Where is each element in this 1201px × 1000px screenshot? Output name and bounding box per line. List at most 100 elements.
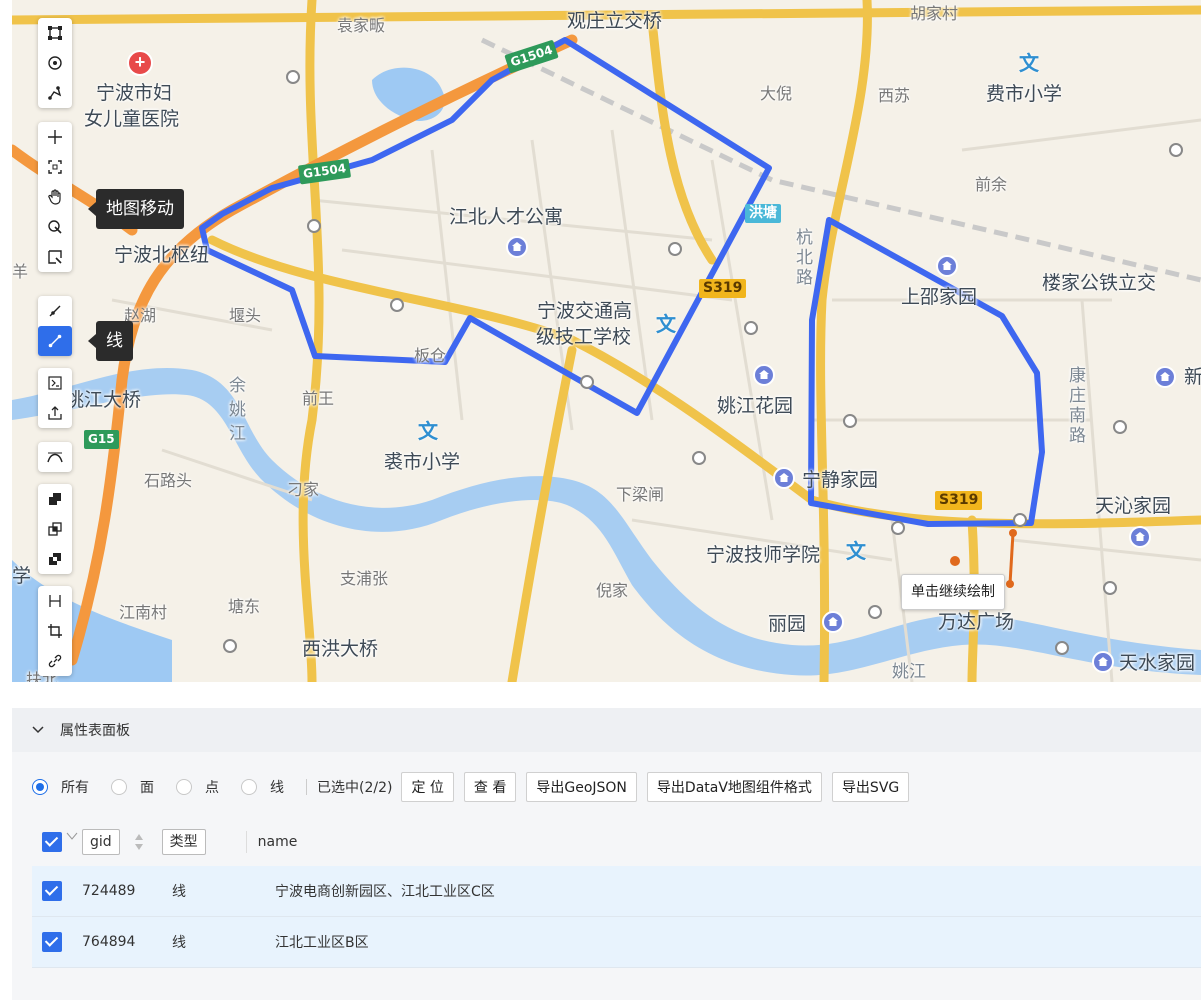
map-label: 裘市小学 <box>384 451 461 473</box>
cell-gid: 764894 <box>82 934 136 950</box>
export-geojson-button[interactable]: 导出GeoJSON <box>526 772 637 802</box>
panel-header[interactable]: 属性表面板 <box>12 708 1201 752</box>
cell-gid: 724489 <box>82 883 136 899</box>
union-icon[interactable] <box>38 484 72 514</box>
terminal-icon[interactable] <box>38 368 72 398</box>
map-label: 刁家 <box>287 480 320 499</box>
map-label: 费市小学 <box>986 83 1063 105</box>
road-label: 杭北路 <box>796 228 813 288</box>
locate-button[interactable]: 定 位 <box>401 772 454 802</box>
tooltip-line: 线 <box>88 321 133 361</box>
map-label: 江南村 <box>119 603 168 622</box>
map-label: 下梁闸 <box>616 485 665 504</box>
road-label: 康庄南路 <box>1069 366 1086 446</box>
filter-point-radio[interactable]: 点 <box>176 777 219 797</box>
residence-icon <box>773 467 795 489</box>
map-label: 羊 <box>12 262 29 281</box>
toolbar-boolean-group <box>38 484 72 574</box>
curve-icon[interactable] <box>38 442 72 472</box>
map-label: 万达广场 <box>938 611 1015 633</box>
toolbar-edit-group <box>38 586 72 676</box>
map-label: 级技工学校 <box>536 326 632 348</box>
residence-icon <box>822 611 844 633</box>
table-header: gid 类型 name <box>32 818 1201 866</box>
map-label: 宁波市妇 <box>96 82 173 104</box>
toolbar-nav-group <box>38 122 72 272</box>
road-label: 余姚江 <box>229 376 246 444</box>
residence-icon <box>506 236 528 258</box>
residence-icon <box>1129 526 1151 548</box>
map-label: 石路头 <box>144 471 193 490</box>
attribute-table: gid 类型 name 724489 线 宁波电商创新园区、江北工业区C区 76… <box>32 818 1201 968</box>
crosshair-icon[interactable] <box>38 122 72 152</box>
circle-select-icon[interactable] <box>38 48 72 78</box>
map-label: 姚江大桥 <box>65 389 142 411</box>
map-label: 江北人才公寓 <box>449 206 564 228</box>
map-label: 宁波技师学院 <box>706 544 821 566</box>
crop-icon[interactable] <box>38 616 72 646</box>
chevron-down-icon <box>32 726 44 734</box>
difference-icon[interactable] <box>38 544 72 574</box>
view-button[interactable]: 查 看 <box>463 772 517 802</box>
map-label: 学 <box>12 565 32 587</box>
sort-icon[interactable] <box>134 833 144 851</box>
map-label: 宁波北枢纽 <box>114 244 210 266</box>
map-label: 倪家 <box>596 581 629 600</box>
intersect-icon[interactable] <box>38 514 72 544</box>
school-icon: 文 <box>846 539 866 563</box>
drawing-vertex <box>1006 580 1014 588</box>
upload-icon[interactable] <box>38 398 72 428</box>
residence-icon <box>1154 366 1176 388</box>
rect-select-icon[interactable] <box>38 18 72 48</box>
row-checkbox[interactable] <box>42 932 62 952</box>
map-label: 女儿童医院 <box>84 108 180 130</box>
select-all-checkbox[interactable] <box>42 832 62 852</box>
map-canvas[interactable]: 袁家畈 观庄立交桥 胡家村 + 宁波市妇 女儿童医院 大倪 西苏 文 费市小学 … <box>12 0 1201 682</box>
map-label: 上邵家园 <box>901 286 978 308</box>
map-label: 楼家公铁立交 <box>1042 272 1157 294</box>
draw-line-icon[interactable] <box>38 296 72 326</box>
toolbar-curve-group <box>38 442 72 472</box>
drawing-segment <box>1008 532 1015 585</box>
table-row[interactable]: 724489 线 宁波电商创新园区、江北工业区C区 <box>32 866 1201 917</box>
zoom-fit-icon[interactable] <box>38 152 72 182</box>
column-type[interactable]: 类型 <box>161 829 206 855</box>
residence-icon <box>753 364 775 386</box>
polyline-select-icon[interactable] <box>38 78 72 108</box>
cell-type: 线 <box>172 935 186 951</box>
row-checkbox[interactable] <box>42 881 62 901</box>
column-gid[interactable]: gid <box>82 829 120 855</box>
polygon-edit-icon[interactable] <box>38 242 72 272</box>
export-datav-button[interactable]: 导出DataV地图组件格式 <box>646 772 822 802</box>
table-row[interactable]: 764894 线 江北工业区B区 <box>32 917 1201 968</box>
column-name[interactable]: name <box>258 834 298 850</box>
hospital-icon: + <box>127 50 153 76</box>
chevron-down-icon[interactable] <box>66 832 80 842</box>
split-icon[interactable] <box>38 586 72 616</box>
filter-bar: 所有 面 点 线 已选中(2/2) 定 位 查 看 导出GeoJSON 导出Da… <box>32 772 910 802</box>
map-label: 宁静家园 <box>802 469 879 491</box>
draw-polyline-icon[interactable] <box>38 326 72 356</box>
draw-hint-tooltip: 单击继续绘制 <box>901 574 1005 610</box>
road-shield: S319 <box>699 279 747 298</box>
point-edit-icon[interactable] <box>38 212 72 242</box>
filter-face-radio[interactable]: 面 <box>111 777 154 797</box>
link-icon[interactable] <box>38 646 72 676</box>
map-label: 胡家村 <box>910 4 959 23</box>
road-shield: S319 <box>935 491 983 510</box>
filter-line-radio[interactable]: 线 <box>241 777 284 797</box>
school-icon: 文 <box>656 312 676 336</box>
filter-all-radio[interactable]: 所有 <box>32 777 89 797</box>
hand-icon[interactable] <box>38 182 72 212</box>
place-badge: 洪塘 <box>745 204 781 223</box>
selected-count: 已选中(2/2) <box>317 780 393 796</box>
export-svg-button[interactable]: 导出SVG <box>831 772 910 802</box>
map-label: 姚江花园 <box>717 395 794 417</box>
map-label: 大倪 <box>760 84 793 103</box>
map-label: 板仓 <box>414 346 447 365</box>
cell-name: 宁波电商创新园区、江北工业区C区 <box>275 884 495 900</box>
toolbar-io-group <box>38 368 72 428</box>
road-label: 姚江 <box>892 662 926 682</box>
divider <box>306 779 307 795</box>
road-shield: G15 <box>84 430 119 449</box>
